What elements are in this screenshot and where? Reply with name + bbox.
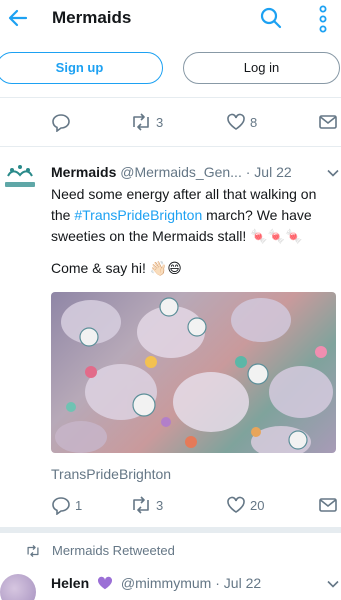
author-name[interactable]: Helen [51,575,89,591]
tweet-date[interactable]: Jul 22 [224,575,261,591]
tweet-date[interactable]: Jul 22 [254,164,291,180]
section-divider [0,527,341,533]
retweeted-text[interactable]: Mermaids Retweeted [52,543,175,558]
tweet-menu-button[interactable] [327,166,339,178]
log-in-button[interactable]: Log in [183,52,340,84]
more-menu-button[interactable] [317,5,329,33]
sweets-photo [55,297,333,453]
like-count: 8 [250,114,258,130]
top-bar: Mermaids [0,0,341,40]
prev-tweet-actions: 3 8 [0,111,341,137]
divider [0,97,341,98]
like-button[interactable]: 8 [226,111,257,133]
chevron-down-icon [327,580,339,588]
arrow-left-icon [8,9,28,27]
separator: · [215,575,220,591]
hashtag-link[interactable]: #TransPrideBrighton [74,207,202,223]
author-handle[interactable]: @Mermaids_Gen... [120,164,242,180]
reply-button[interactable]: 1 [51,494,82,516]
mermaids-logo [5,165,35,187]
search-button[interactable] [259,6,283,30]
tweet-menu-button[interactable] [327,577,339,589]
tweet-photo[interactable] [51,292,336,453]
separator: · [245,164,251,180]
more-vertical-icon [319,5,327,33]
back-button[interactable] [6,6,30,30]
tweet-header: Mermaids @Mermaids_Gen... · Jul 22 [51,164,341,180]
heart-icon [227,496,245,513]
retweet-button[interactable]: 3 [130,111,163,133]
reply-icon [52,114,70,132]
sign-up-button[interactable]: Sign up [0,52,163,84]
retweet-icon [27,544,39,558]
mermaids-logo-avatar[interactable] [2,162,38,194]
card-title-link[interactable]: TransPrideBrighton [51,466,171,482]
reply-count: 1 [75,497,83,513]
author-handle[interactable]: @mimmymum [121,575,211,591]
like-button[interactable]: 20 [226,494,264,516]
retweeted-banner: Mermaids Retweeted [0,540,341,562]
mail-icon [319,498,337,512]
tweet-text-line2: Come & say hi! 👋🏻😄 [51,260,182,276]
purple-heart-icon [97,576,113,590]
auth-bar: Sign up Log in [0,52,341,88]
share-button[interactable] [318,111,338,133]
tweet-header: Helen @mimmymum · Jul 22 [51,575,261,591]
avatar[interactable] [0,574,36,600]
retweet-count: 3 [156,114,164,130]
divider [0,146,341,147]
chevron-down-icon [327,169,339,177]
reply-icon [52,497,70,515]
retweet-icon [133,496,149,514]
retweet-button[interactable]: 3 [130,494,163,516]
page-title: Mermaids [52,8,132,27]
tweet[interactable]: Helen @mimmymum · Jul 22 [0,566,341,600]
tweet-text: Need some energy after all that walking … [51,184,337,247]
heart-icon [227,113,245,130]
author-name[interactable]: Mermaids [51,164,116,180]
search-icon [260,7,282,29]
retweet-count: 3 [156,497,164,513]
share-button[interactable] [318,494,338,516]
reply-button[interactable] [51,111,75,133]
like-count: 20 [250,497,265,513]
tweet-actions: 1 3 20 [0,494,341,520]
retweet-icon [133,113,149,131]
mail-icon [319,115,337,129]
